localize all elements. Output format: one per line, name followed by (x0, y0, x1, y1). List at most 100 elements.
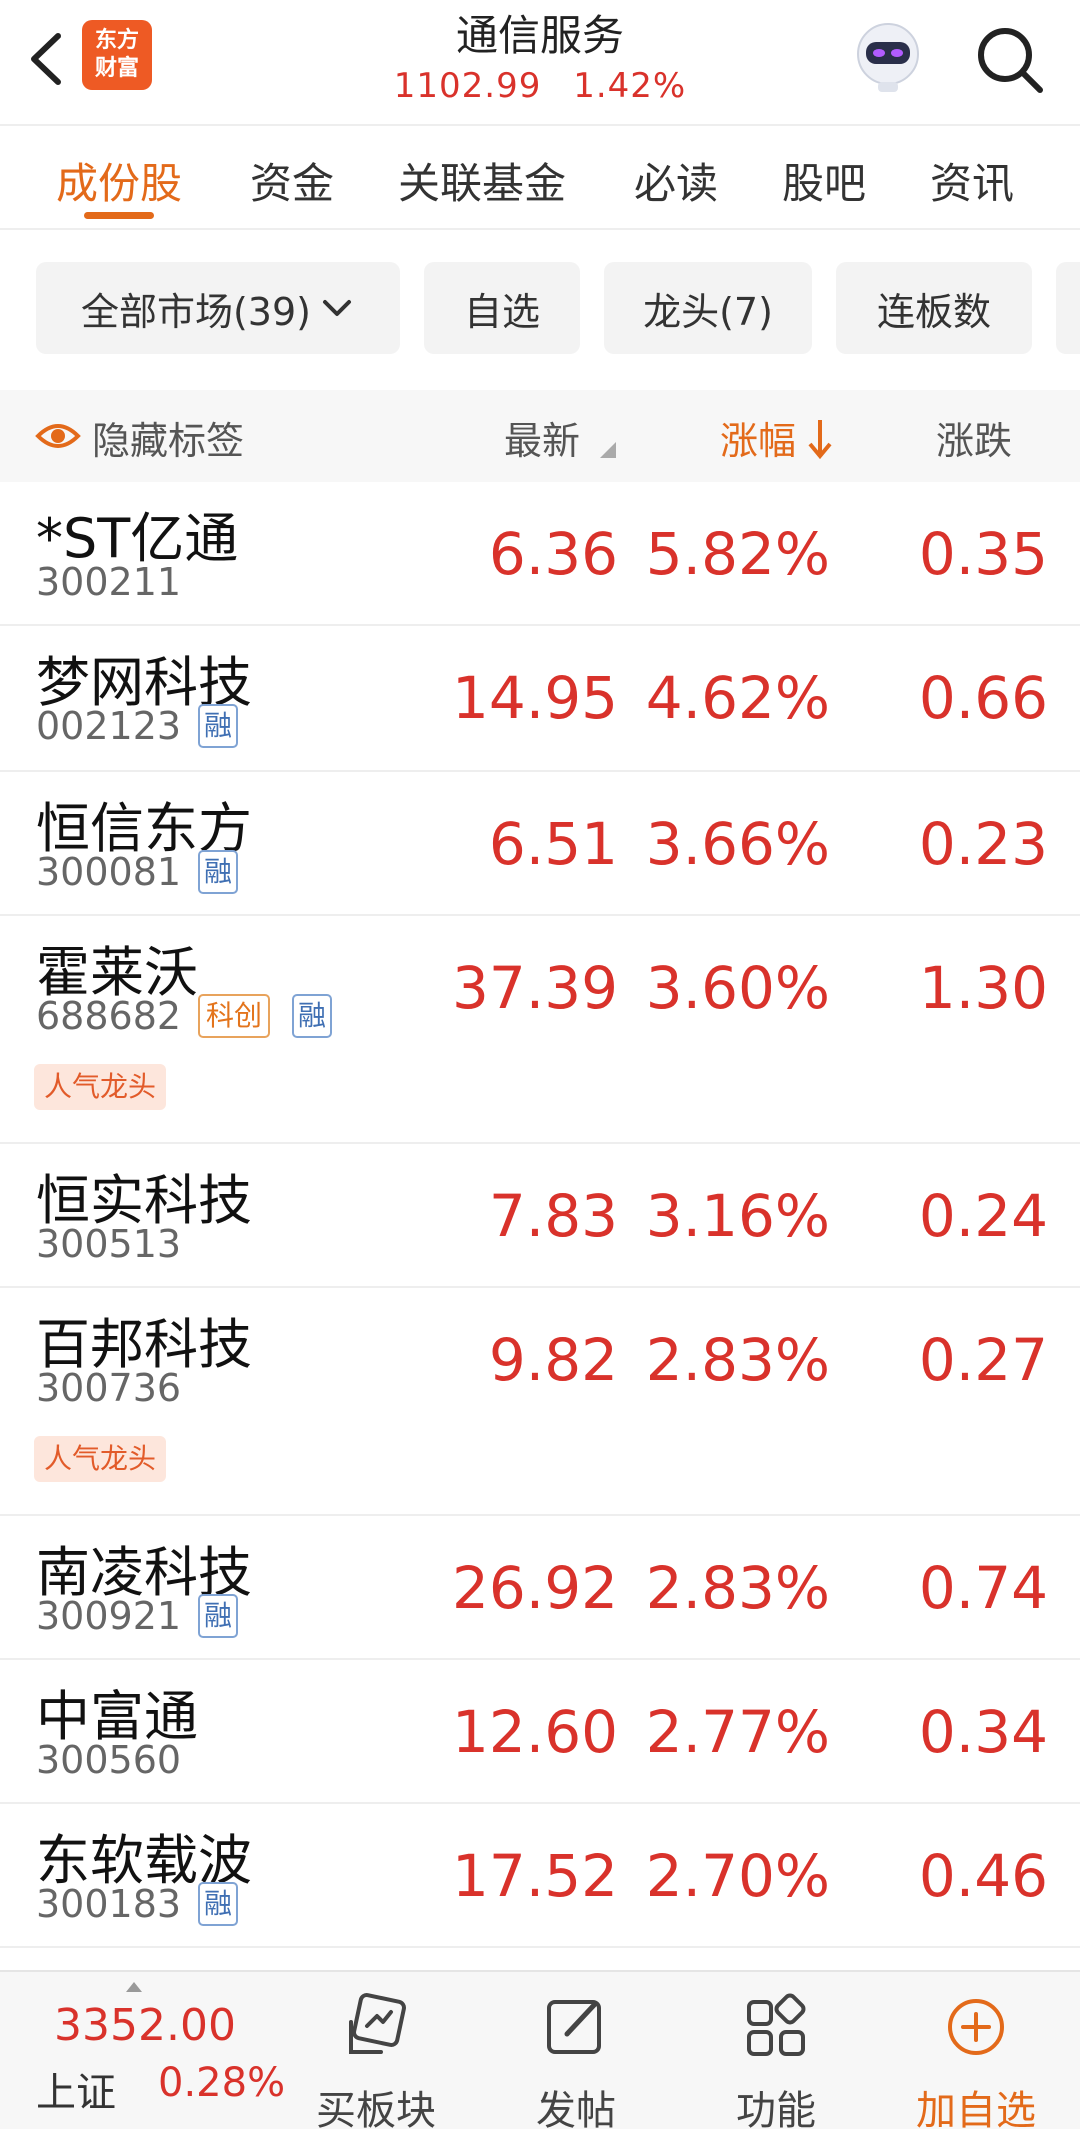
stock-code: 300921 (36, 1594, 182, 1638)
filter-leaders[interactable]: 龙头(7) (604, 262, 812, 354)
plus-circle-icon (948, 1999, 1004, 2055)
stock-change: 0.35 (918, 520, 1048, 588)
col-change[interactable]: 涨跌 (936, 410, 1012, 465)
margin-badge: 融 (198, 850, 239, 894)
stock-row[interactable]: *ST亿通 300211 6.36 5.82% 0.35 (0, 482, 1080, 626)
stock-change-pct: 5.82% (645, 520, 830, 588)
expand-up-icon[interactable] (126, 1982, 142, 1992)
stock-price: 6.51 (488, 810, 618, 878)
market-filter-dropdown[interactable]: 全部市场(39) (36, 262, 400, 354)
stock-code: 300560 (36, 1738, 182, 1782)
margin-badge: 融 (292, 994, 333, 1038)
tab-must-read[interactable]: 必读 (634, 150, 718, 211)
stock-row[interactable]: 霍莱沃 688682 科创 融 人气龙头 37.39 3.60% 1.30 (0, 916, 1080, 1144)
stock-code: 300513 (36, 1222, 182, 1266)
col-change-pct[interactable]: 涨幅 (720, 410, 796, 465)
section-tabs: 成份股 资金 关联基金 必读 股吧 资讯 (0, 124, 1080, 230)
stock-change: 0.23 (918, 810, 1048, 878)
market-index-pct[interactable]: 0.28% (158, 2060, 285, 2106)
stock-price: 37.39 (451, 954, 618, 1022)
post-label: 发帖 (536, 2088, 616, 2134)
stock-change-pct: 4.62% (645, 664, 830, 732)
stock-price: 9.82 (488, 1326, 618, 1394)
stock-change: 0.27 (918, 1326, 1048, 1394)
margin-badge: 融 (198, 1882, 239, 1926)
stock-change-pct: 2.83% (645, 1326, 830, 1394)
star-market-badge: 科创 (198, 994, 271, 1038)
sector-index-change: 1.42% (573, 66, 687, 106)
stock-price: 26.92 (451, 1554, 618, 1622)
search-icon (978, 28, 1043, 93)
column-header: 隐藏标签 最新 涨幅 涨跌 (0, 390, 1080, 482)
stock-change: 0.24 (918, 1182, 1048, 1250)
tab-constituents[interactable]: 成份股 (56, 150, 182, 211)
chevron-down-icon (323, 300, 351, 316)
tab-news[interactable]: 资讯 (930, 150, 1014, 211)
post-button[interactable]: 发帖 (496, 1982, 656, 2134)
functions-button[interactable]: 功能 (696, 1982, 856, 2134)
stock-code: 300736 (36, 1366, 182, 1410)
margin-badge: 融 (198, 1594, 239, 1638)
popular-leader-tag: 人气龙头 (34, 1064, 167, 1110)
market-index-name[interactable]: 上证 (36, 2060, 116, 2118)
bottom-toolbar: 3352.00 上证 0.28% 买板块 发帖 功能 加自选 (0, 1970, 1080, 2134)
stock-change-pct: 2.70% (645, 1842, 830, 1910)
stock-change: 0.34 (918, 1698, 1048, 1766)
stock-change-pct: 3.66% (645, 810, 830, 878)
stock-change-pct: 2.83% (645, 1554, 830, 1622)
stock-code: 300211 (36, 560, 182, 604)
buy-sector-label: 买板块 (316, 2088, 436, 2134)
tab-forum[interactable]: 股吧 (782, 150, 866, 211)
hide-tags-label[interactable]: 隐藏标签 (92, 410, 244, 465)
stock-row[interactable]: 百邦科技 300736 人气龙头 9.82 2.83% 0.27 (0, 1288, 1080, 1516)
active-tab-indicator (84, 212, 154, 219)
stock-change-pct: 2.77% (645, 1698, 830, 1766)
back-button[interactable] (18, 24, 78, 94)
stock-change-pct: 3.16% (645, 1182, 830, 1250)
stock-row[interactable]: 梦网科技 002123 融 14.95 4.62% 0.66 (0, 626, 1080, 772)
buy-sector-icon (349, 1993, 406, 2054)
add-watchlist-button[interactable]: 加自选 (896, 1982, 1056, 2134)
buy-sector-button[interactable]: 买板块 (296, 1982, 456, 2134)
app-logo: 东方 财富 (82, 20, 152, 90)
sector-index-value: 1102.99 (393, 66, 542, 106)
assistant-robot-icon[interactable] (848, 16, 928, 96)
stock-change: 0.46 (918, 1842, 1048, 1910)
stock-code: 002123 (36, 704, 182, 748)
stock-row[interactable]: 东软载波 300183 融 17.52 2.70% 0.46 (0, 1804, 1080, 1948)
stock-change: 0.74 (918, 1554, 1048, 1622)
stock-price: 14.95 (451, 664, 618, 732)
stock-code: 688682 (36, 994, 182, 1038)
popular-leader-tag: 人气龙头 (34, 1436, 167, 1482)
tab-related-funds[interactable]: 关联基金 (398, 150, 566, 211)
stock-row[interactable]: 中富通 300560 12.60 2.77% 0.34 (0, 1660, 1080, 1804)
stock-row[interactable]: 南凌科技 300921 融 26.92 2.83% 0.74 (0, 1516, 1080, 1660)
functions-label: 功能 (736, 2088, 816, 2134)
sort-indicator-icon (600, 442, 616, 458)
page-title: 通信服务 (455, 11, 624, 60)
stock-change: 1.30 (918, 954, 1048, 1022)
filter-more-partial[interactable] (1056, 262, 1080, 354)
margin-badge: 融 (198, 704, 239, 748)
stock-row[interactable]: 恒实科技 300513 7.83 3.16% 0.24 (0, 1144, 1080, 1288)
tab-funds-flow[interactable]: 资金 (250, 150, 334, 211)
chevron-left-icon (31, 33, 61, 85)
hide-tags-toggle[interactable] (34, 416, 82, 460)
sort-desc-arrow-icon (808, 420, 832, 460)
filter-watchlist[interactable]: 自选 (424, 262, 580, 354)
stock-code: 300081 (36, 850, 182, 894)
stock-code: 300183 (36, 1882, 182, 1926)
stock-row[interactable]: 恒信东方 300081 融 6.51 3.66% 0.23 (0, 772, 1080, 916)
stock-price: 7.83 (488, 1182, 618, 1250)
stock-price: 12.60 (451, 1698, 618, 1766)
search-button[interactable] (972, 22, 1048, 98)
filter-consecutive-limit[interactable]: 连板数 (836, 262, 1032, 354)
top-header: 东方 财富 通信服务 1102.99 1.42% (0, 0, 1080, 124)
col-latest-price[interactable]: 最新 (504, 410, 580, 465)
market-index-value[interactable]: 3352.00 (54, 2000, 236, 2051)
edit-post-icon (547, 2000, 601, 2054)
stock-price: 17.52 (451, 1842, 618, 1910)
eye-icon (35, 424, 81, 448)
add-watchlist-label: 加自选 (916, 2088, 1036, 2134)
stock-price: 6.36 (488, 520, 618, 588)
